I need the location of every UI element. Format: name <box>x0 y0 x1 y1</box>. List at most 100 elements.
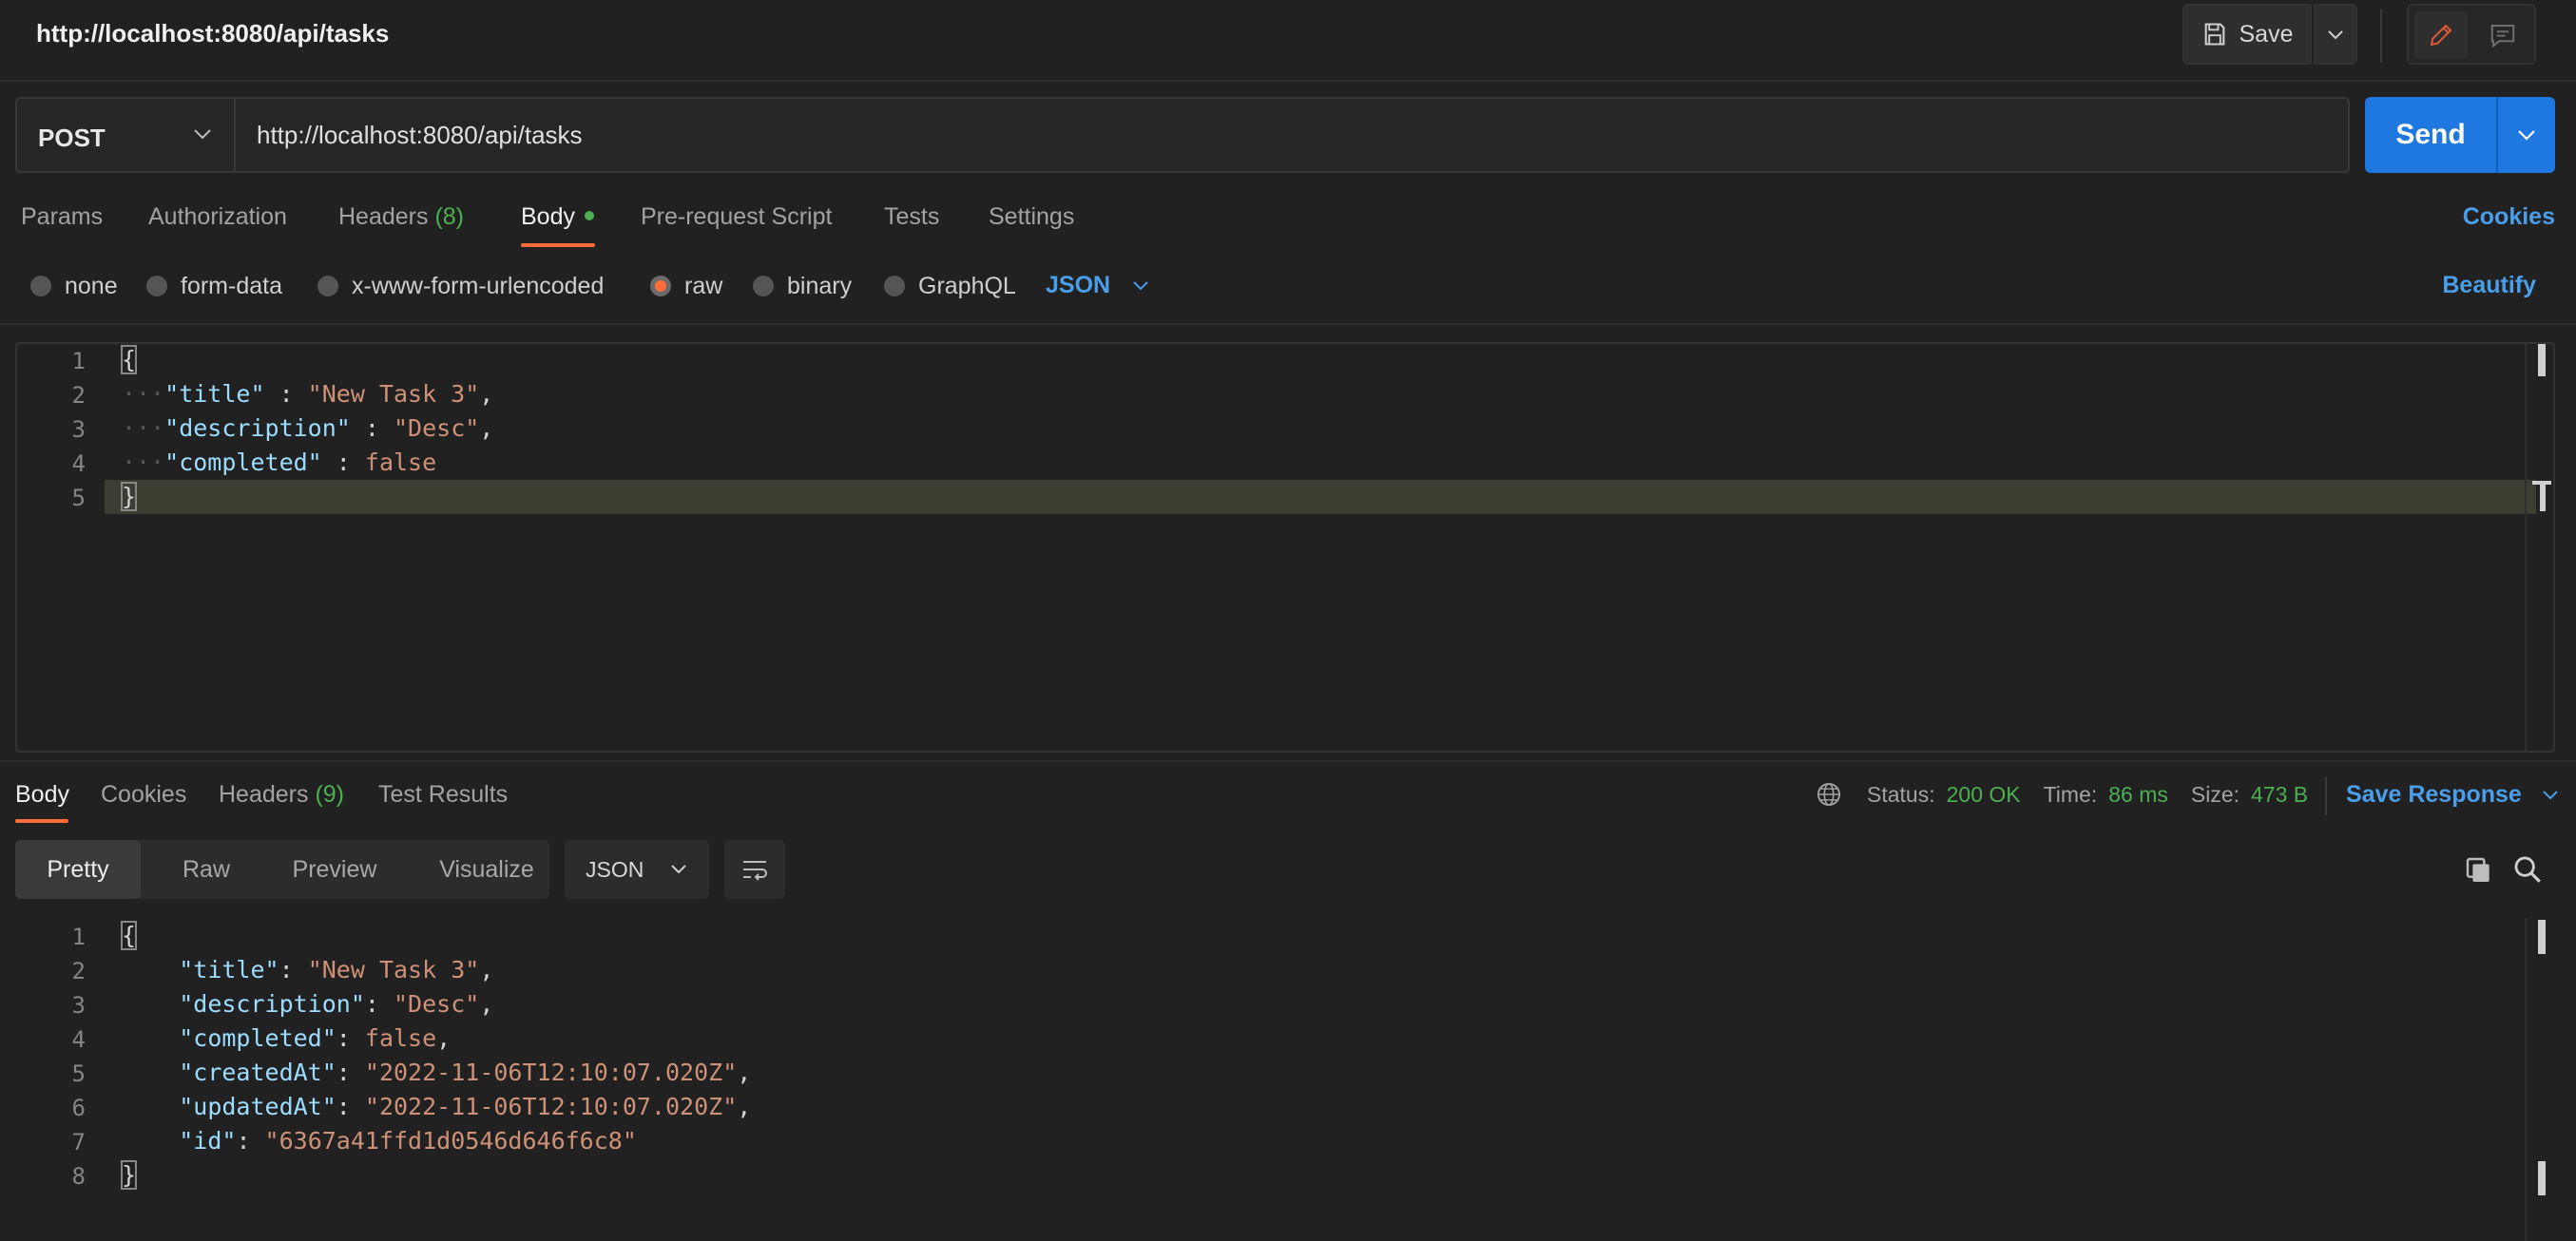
body-type-binary[interactable]: binary <box>753 272 852 300</box>
response-tab-headers-label: Headers <box>219 781 309 808</box>
send-options-button[interactable] <box>2498 97 2555 173</box>
scrollbar-thumb[interactable] <box>2538 344 2546 376</box>
view-raw-button[interactable]: Raw <box>154 840 259 899</box>
save-response-label: Save Response <box>2346 781 2522 808</box>
line-number: 5 <box>71 485 86 511</box>
json-key: "completed" <box>164 449 322 476</box>
tab-settings[interactable]: Settings <box>989 203 1074 231</box>
json-key: "description" <box>179 990 365 1018</box>
method-value: POST <box>38 124 106 152</box>
body-type-label: x-www-form-urlencoded <box>352 272 605 299</box>
copy-icon[interactable] <box>2464 855 2494 886</box>
body-language-select[interactable]: JSON <box>1046 272 1150 299</box>
view-preview-button[interactable]: Preview <box>268 840 401 899</box>
close-brace: } <box>120 482 138 511</box>
body-type-graphql[interactable]: GraphQL <box>884 272 1016 300</box>
tab-headers-label: Headers <box>338 203 429 230</box>
json-value: "New Task 3" <box>307 380 480 408</box>
body-modified-dot <box>584 211 594 221</box>
size-value[interactable]: 473 B <box>2251 782 2308 808</box>
code-line: } <box>120 482 138 511</box>
line-number: 4 <box>71 450 86 477</box>
size-label: Size: <box>2190 781 2240 807</box>
pencil-icon <box>2427 21 2455 49</box>
line-number: 5 <box>71 1060 86 1087</box>
view-visualize-button[interactable]: Visualize <box>411 840 563 899</box>
time-value[interactable]: 86 ms <box>2108 782 2168 808</box>
scrollbar-thumb[interactable] <box>2538 920 2546 954</box>
json-key: "description" <box>164 414 351 442</box>
request-title[interactable]: http://localhost:8080/api/tasks <box>36 19 389 48</box>
code-line: { <box>120 921 138 950</box>
tab-body[interactable]: Body <box>521 203 594 231</box>
response-divider <box>0 760 2576 762</box>
line-number: 2 <box>71 382 86 409</box>
body-type-form-data[interactable]: form-data <box>146 272 282 300</box>
save-options-button[interactable] <box>2314 4 2357 65</box>
cursor-marker-icon <box>2532 477 2551 513</box>
save-label: Save <box>2239 20 2294 48</box>
time-label: Time: <box>2043 781 2098 807</box>
toolbar-divider <box>2380 10 2382 63</box>
comment-icon <box>2489 21 2517 49</box>
body-type-urlencoded[interactable]: x-www-form-urlencoded <box>317 272 604 300</box>
radio-circle <box>146 276 167 296</box>
tab-pre-request-script[interactable]: Pre-request Script <box>641 203 832 231</box>
json-key: "id" <box>179 1127 237 1155</box>
view-pretty-button[interactable]: Pretty <box>15 840 141 899</box>
active-tab-indicator <box>15 819 68 823</box>
comments-button[interactable] <box>2476 11 2529 59</box>
tab-headers[interactable]: Headers (8) <box>338 203 464 231</box>
send-button[interactable]: Send <box>2365 97 2496 173</box>
body-type-label: form-data <box>181 272 282 299</box>
cookies-link[interactable]: Cookies <box>2463 203 2555 231</box>
divider <box>2325 777 2327 815</box>
line-number: 3 <box>71 416 86 443</box>
active-tab-indicator <box>521 243 595 247</box>
response-tab-cookies[interactable]: Cookies <box>101 781 186 809</box>
json-value: false <box>364 449 437 476</box>
body-type-none[interactable]: none <box>30 272 118 300</box>
open-brace: { <box>120 921 138 950</box>
save-button[interactable]: Save <box>2182 4 2312 65</box>
response-tab-body[interactable]: Body <box>15 781 69 809</box>
url-input[interactable]: http://localhost:8080/api/tasks <box>236 97 2350 173</box>
json-key: "title" <box>179 956 279 983</box>
search-icon[interactable] <box>2511 853 2544 886</box>
method-select[interactable]: POST <box>15 97 236 173</box>
json-value: "Desc" <box>393 414 480 442</box>
editor-scrollbar[interactable] <box>2525 344 2553 751</box>
chevron-down-icon <box>1131 280 1150 292</box>
line-number: 7 <box>71 1129 86 1155</box>
body-type-label: raw <box>684 272 723 299</box>
beautify-link[interactable]: Beautify <box>2442 272 2536 299</box>
json-value: "New Task 3" <box>307 956 480 983</box>
code-line: { <box>120 345 138 374</box>
chevron-down-icon <box>192 127 213 141</box>
edit-button[interactable] <box>2414 11 2468 59</box>
status-value[interactable]: 200 OK <box>1947 782 2021 808</box>
response-language-value: JSON <box>586 856 644 882</box>
json-key: "completed" <box>179 1024 336 1052</box>
tab-tests[interactable]: Tests <box>884 203 939 231</box>
body-type-raw[interactable]: raw <box>650 272 722 300</box>
code-line: "description": "Desc", <box>179 990 494 1018</box>
divider <box>0 323 2576 325</box>
chevron-down-icon <box>2326 28 2345 41</box>
json-key: "title" <box>164 380 265 408</box>
json-sep: : <box>350 414 394 442</box>
save-response-button[interactable]: Save Response <box>2346 781 2560 809</box>
json-sep: : <box>264 380 308 408</box>
tab-params[interactable]: Params <box>21 203 103 231</box>
globe-icon[interactable] <box>1816 781 1842 808</box>
headers-count: (8) <box>434 203 465 230</box>
tab-authorization[interactable]: Authorization <box>148 203 287 231</box>
response-meta: Status: 200 OK Time: 86 ms Size: 473 B <box>1816 781 2331 808</box>
radio-circle-selected <box>650 276 671 296</box>
line-number: 2 <box>71 958 86 984</box>
response-language-select[interactable]: JSON <box>565 840 709 899</box>
response-tab-test-results[interactable]: Test Results <box>378 781 508 809</box>
wrap-lines-button[interactable] <box>724 840 785 899</box>
response-tab-headers[interactable]: Headers (9) <box>219 781 344 809</box>
code-line: "updatedAt": "2022-11-06T12:10:07.020Z", <box>179 1093 752 1120</box>
